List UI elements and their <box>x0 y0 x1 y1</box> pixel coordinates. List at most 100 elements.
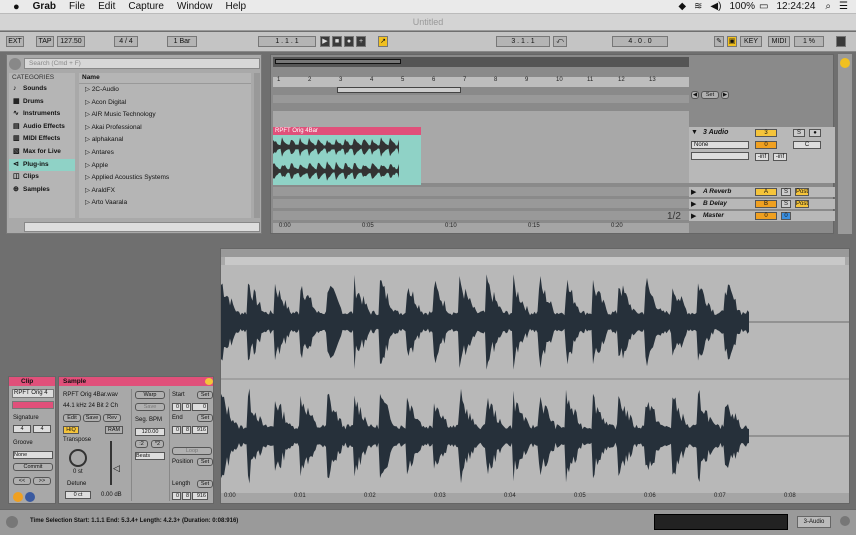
show-device-icon[interactable] <box>25 492 35 502</box>
browser-item[interactable]: ▷ Applied Acoustics Systems <box>79 172 251 185</box>
play-button[interactable]: ▶ <box>320 36 330 47</box>
track-name[interactable]: A Reverb <box>703 188 731 195</box>
menu-capture[interactable]: Capture <box>128 1 164 12</box>
solo-button[interactable]: S <box>781 188 791 196</box>
position-field[interactable]: 1 . 1 . 1 <box>258 36 316 47</box>
master-lane[interactable] <box>273 211 689 220</box>
browser-item[interactable]: ▷ alphakanal <box>79 134 251 147</box>
tap-button[interactable]: TAP <box>36 36 54 47</box>
category-audio-effects[interactable]: ▤ Audio Effects <box>9 121 75 134</box>
menu-help[interactable]: Help <box>226 1 247 12</box>
set-locator-button[interactable]: Set <box>701 91 719 99</box>
gain-handle-icon[interactable]: ◁ <box>113 463 120 474</box>
start-field-2[interactable]: 0 <box>192 403 208 411</box>
browser-item[interactable]: ▷ Apple <box>79 160 251 173</box>
end-field-1[interactable]: 8 <box>182 426 191 434</box>
sample-waveform[interactable] <box>221 265 849 493</box>
sample-tab[interactable]: Sample <box>59 377 213 386</box>
length-field-0[interactable]: 0 <box>172 492 181 500</box>
expand-icon[interactable]: ▷ <box>85 86 92 93</box>
fold-icon[interactable]: ▶ <box>691 212 696 220</box>
position-set-button[interactable]: Set <box>197 458 213 466</box>
browser-toggle-icon[interactable] <box>9 58 21 70</box>
clip-name-field[interactable]: RPFT Orig 4 <box>12 389 54 398</box>
output-select[interactable] <box>691 152 749 160</box>
wifi-icon[interactable]: ≋ <box>694 1 702 12</box>
volume-field[interactable]: -inf <box>755 153 769 161</box>
solo-button[interactable]: 0 <box>781 212 791 220</box>
record-button[interactable]: ● <box>344 36 354 47</box>
fold-icon[interactable]: ▶ <box>691 188 696 196</box>
track-name[interactable]: B Delay <box>703 200 727 207</box>
key-button[interactable]: KEY <box>740 36 762 47</box>
category-plug-ins[interactable]: ⊲ Plug-ins <box>9 158 75 172</box>
monitor-button[interactable]: 0 <box>755 141 777 149</box>
solo-button[interactable]: S <box>793 129 805 137</box>
overdub-button[interactable]: + <box>356 36 366 47</box>
browser-item[interactable]: ▷ Antares <box>79 147 251 160</box>
start-set-button[interactable]: Set <box>197 391 213 399</box>
double-tempo-button[interactable]: *2 <box>151 440 164 448</box>
delay-lane[interactable] <box>273 199 689 208</box>
browser-scrollbar[interactable] <box>254 73 260 218</box>
save-warp-button[interactable]: Save <box>135 403 165 411</box>
warp-mode-select[interactable]: Beats <box>135 452 165 460</box>
track-name[interactable]: 3 Audio <box>703 129 728 136</box>
clock[interactable]: 12:24:24 <box>776 1 815 12</box>
start-field-0[interactable]: 0 <box>172 403 181 411</box>
track-activator[interactable]: 0 <box>755 212 777 220</box>
category-sounds[interactable]: ♪ Sounds <box>9 83 75 96</box>
clip-color-select[interactable] <box>12 401 54 409</box>
pan-knob[interactable]: C <box>793 141 821 149</box>
apple-icon[interactable]: ● <box>13 1 20 13</box>
peak-field[interactable]: -inf <box>773 153 787 161</box>
loop-button[interactable]: Loop <box>172 447 212 455</box>
dropbox-icon[interactable]: ◆ <box>678 1 686 12</box>
browser-preview-bar[interactable] <box>24 222 260 232</box>
hiq-button[interactable]: HiQ <box>63 426 79 434</box>
commit-button[interactable]: Commit <box>13 463 53 471</box>
groove-select[interactable]: None <box>13 451 53 459</box>
info-view-toggle-icon[interactable] <box>6 516 18 528</box>
reverb-lane[interactable] <box>273 187 689 196</box>
end-set-button[interactable]: Set <box>197 414 213 422</box>
audio-clip[interactable]: RPFT Orig 4Bar <box>273 127 421 185</box>
track-name[interactable]: Master <box>703 212 724 219</box>
category-instruments[interactable]: ∿ Instruments <box>9 108 75 121</box>
track-activator[interactable]: 3 <box>755 129 777 137</box>
warp-marker-lane[interactable] <box>225 257 845 265</box>
loop-button[interactable]: ⤺ <box>553 36 567 47</box>
io-toggle-icon[interactable] <box>840 58 850 68</box>
end-field-0[interactable]: 0 <box>172 426 181 434</box>
sig-numerator[interactable]: 4 <box>13 425 31 433</box>
prev-locator-button[interactable]: ◀ <box>691 91 699 99</box>
locator-lane[interactable] <box>273 95 689 103</box>
sig-denominator[interactable]: 4 <box>33 425 51 433</box>
key-map-toggle[interactable]: ▣ <box>727 36 737 47</box>
tempo-field[interactable]: 127.50 <box>57 36 85 47</box>
warp-button[interactable]: Warp <box>135 391 165 399</box>
browser-item[interactable]: ▷ Arto Vaarala <box>79 197 251 210</box>
category-midi-effects[interactable]: ▥ MIDI Effects <box>9 133 75 146</box>
notification-icon[interactable]: ☰ <box>839 1 848 12</box>
signature-field[interactable]: 4 / 4 <box>114 36 138 47</box>
menu-grab[interactable]: Grab <box>33 1 56 12</box>
loop-length-field[interactable]: 4 . 0 . 0 <box>612 36 668 47</box>
ram-button[interactable]: RAM <box>105 426 123 434</box>
fold-icon[interactable]: ▶ <box>691 200 696 208</box>
mini-arrangement-overview[interactable] <box>654 514 788 530</box>
midi-button[interactable]: MIDI <box>768 36 790 47</box>
menu-edit[interactable]: Edit <box>98 1 115 12</box>
category-max-for-live[interactable]: ▧ Max for Live <box>9 146 75 159</box>
arm-button[interactable]: ● <box>809 129 821 137</box>
length-set-button[interactable]: Set <box>197 480 213 488</box>
overview-bar[interactable] <box>273 57 689 67</box>
sample-time-ruler[interactable]: 0:00 0:01 0:02 0:03 0:04 0:05 0:06 0:07 0:08 <box>221 493 849 503</box>
post-button[interactable]: Post <box>795 188 809 196</box>
clip-title-bar[interactable]: RPFT Orig 4Bar <box>273 127 421 135</box>
bar-ruler[interactable]: 1 2 3 4 5 6 7 8 9 10 11 12 13 <box>273 77 689 87</box>
clip-tab[interactable]: Clip <box>9 377 55 386</box>
rev-button[interactable]: Rev <box>103 414 121 422</box>
browser-item[interactable]: ▷ AraldFX <box>79 185 251 198</box>
volume-icon[interactable]: ◀) <box>710 1 721 12</box>
